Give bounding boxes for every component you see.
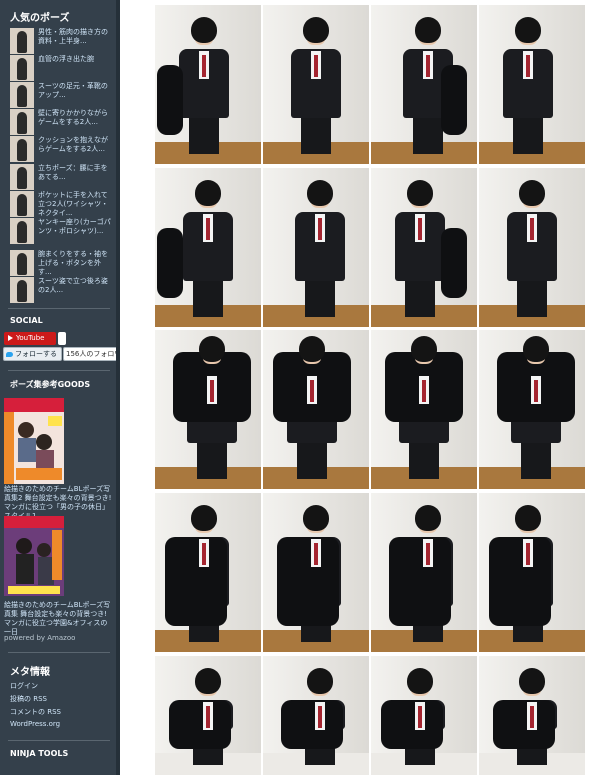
book-caption-2[interactable]: 絵描きのためのチームBLポーズ写真集 舞台設定も楽々の背景つき! マンガに役立つ… xyxy=(4,601,114,637)
pose-photo[interactable] xyxy=(263,656,369,775)
twitter-bird-icon xyxy=(6,351,13,357)
youtube-button[interactable]: YouTube xyxy=(4,332,56,345)
popular-item-thumbnail xyxy=(10,191,34,217)
book-cover-1[interactable] xyxy=(4,398,64,484)
popular-item-label: ポケットに手を入れて立つ2人(ワイシャツ・ネクタイ... xyxy=(38,191,109,217)
pose-photo[interactable] xyxy=(263,168,369,327)
pose-photo[interactable] xyxy=(371,656,477,775)
meta-title: メタ情報 xyxy=(10,667,50,678)
popular-item-label: 血管の浮き出た腕 xyxy=(38,55,94,63)
meta-link-comments-rss[interactable]: コメントの RSS xyxy=(10,707,61,717)
twitter-follow-button[interactable]: フォローする xyxy=(3,347,62,361)
popular-item-label: 立ちポーズ：腰に手をあてる... xyxy=(38,164,108,181)
popular-item[interactable]: 立ちポーズ：腰に手をあてる... xyxy=(10,164,114,190)
youtube-play-icon xyxy=(8,335,13,341)
popular-item-label: スーツ姿で立つ後ろ姿の2人... xyxy=(38,277,108,294)
divider xyxy=(8,370,110,371)
pose-photo[interactable] xyxy=(479,493,585,652)
sidebar: 人気のポーズ 男性・筋肉の描き方の資料・上半身... 血管の浮き出た腕スーツの足元… xyxy=(0,0,119,775)
meta-link-login[interactable]: ログイン xyxy=(10,681,38,691)
sidebar-shadow xyxy=(116,0,120,775)
popular-item-thumbnail xyxy=(10,218,34,244)
meta-link-posts-rss[interactable]: 投稿の RSS xyxy=(10,694,47,704)
pose-photo[interactable] xyxy=(263,5,369,164)
popular-poses-title: 人気のポーズ xyxy=(10,13,70,24)
popular-item-label: 男性・筋肉の描き方の資料・上半身... xyxy=(38,28,108,45)
book-cover-1-art xyxy=(4,398,64,484)
pose-photo[interactable] xyxy=(263,493,369,652)
popular-item-thumbnail xyxy=(10,55,34,81)
popular-item-thumbnail xyxy=(10,277,34,303)
pose-photo[interactable] xyxy=(155,330,261,489)
popular-item-label: ヤンキー座り(カーゴパンツ・ポロシャツ)... xyxy=(38,218,111,235)
youtube-count-bubble xyxy=(58,332,66,345)
goods-title: ポーズ集参考GOODS xyxy=(10,380,91,389)
pose-photo[interactable] xyxy=(479,5,585,164)
ninja-tools-title: NINJA TOOLS xyxy=(10,749,69,758)
social-title: SOCIAL xyxy=(10,316,43,325)
twitter-follower-count: 156人のフォロワー xyxy=(63,347,119,361)
book-cover-2-art xyxy=(4,516,64,596)
meta-link-wordpress[interactable]: WordPress.org xyxy=(10,720,60,728)
popular-item[interactable]: 腕まくりをする・袖を上げる・ボタンを外す... xyxy=(10,250,114,276)
popular-item-label: スーツの足元・革靴のアップ... xyxy=(38,82,108,99)
pose-photo[interactable] xyxy=(155,168,261,327)
book-cover-2[interactable] xyxy=(4,516,64,596)
popular-item-thumbnail xyxy=(10,109,34,135)
pose-photo[interactable] xyxy=(371,5,477,164)
popular-item-thumbnail xyxy=(10,136,34,162)
pose-photo[interactable] xyxy=(263,330,369,489)
popular-item[interactable]: ポケットに手を入れて立つ2人(ワイシャツ・ネクタイ... xyxy=(10,191,114,217)
popular-item-thumbnail xyxy=(10,28,34,54)
pose-photo[interactable] xyxy=(155,656,261,775)
pose-photo[interactable] xyxy=(371,168,477,327)
pose-photo[interactable] xyxy=(155,493,261,652)
pose-photo[interactable] xyxy=(155,5,261,164)
pose-photo[interactable] xyxy=(479,656,585,775)
popular-item-thumbnail xyxy=(10,250,34,276)
popular-item-thumbnail xyxy=(10,82,34,108)
popular-item[interactable]: スーツの足元・革靴のアップ... xyxy=(10,82,114,108)
pose-photo[interactable] xyxy=(371,493,477,652)
popular-item-thumbnail xyxy=(10,164,34,190)
divider xyxy=(8,308,110,309)
popular-item[interactable]: クッションを抱えながらゲームをする2人... xyxy=(10,136,114,162)
divider xyxy=(8,652,110,653)
pose-photo[interactable] xyxy=(479,330,585,489)
popular-item[interactable]: 壁に寄りかかりながらゲームをする2人... xyxy=(10,109,114,135)
pose-photo[interactable] xyxy=(479,168,585,327)
popular-item[interactable]: ヤンキー座り(カーゴパンツ・ポロシャツ)... xyxy=(10,218,114,244)
powered-by[interactable]: powered by Amazoo xyxy=(4,634,75,642)
divider xyxy=(8,740,110,741)
popular-item-label: 腕まくりをする・袖を上げる・ボタンを外す... xyxy=(38,250,108,276)
popular-item[interactable]: スーツ姿で立つ後ろ姿の2人... xyxy=(10,277,114,303)
popular-item[interactable]: 男性・筋肉の描き方の資料・上半身... xyxy=(10,28,114,54)
popular-item-label: 壁に寄りかかりながらゲームをする2人... xyxy=(38,109,108,126)
popular-item-label: クッションを抱えながらゲームをする2人... xyxy=(38,136,108,153)
popular-item[interactable]: 血管の浮き出た腕 xyxy=(10,55,114,81)
pose-photo[interactable] xyxy=(371,330,477,489)
